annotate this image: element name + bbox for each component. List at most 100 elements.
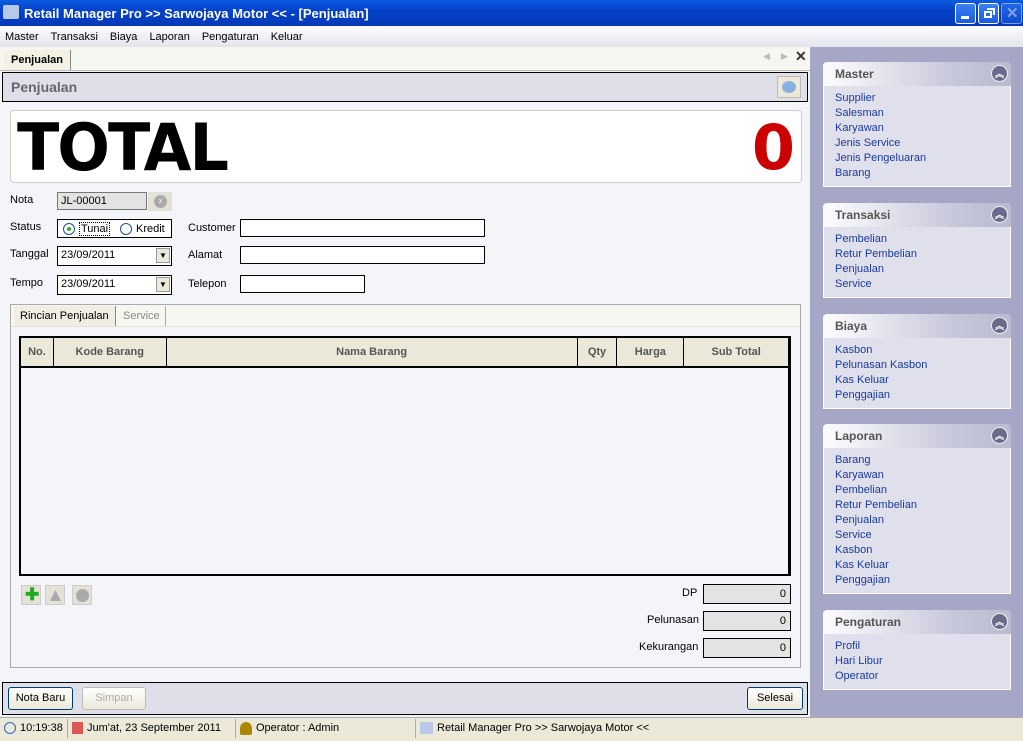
customer-input[interactable] xyxy=(240,219,485,237)
sidebar-item-laporan-pembelian[interactable]: Pembelian xyxy=(835,483,999,498)
clear-nota-button[interactable]: x xyxy=(148,192,172,211)
status-date: Jum'at, 23 September 2011 xyxy=(87,722,221,734)
user-icon xyxy=(240,721,252,735)
col-sub-total[interactable]: Sub Total xyxy=(684,338,788,366)
sidebar-item-kas-keluar[interactable]: Kas Keluar xyxy=(835,373,999,388)
sidebar-item-penggajian[interactable]: Penggajian xyxy=(835,388,999,403)
nota-label: Nota xyxy=(10,194,34,206)
close-window-button[interactable]: ✕ xyxy=(1001,3,1022,24)
tab-penjualan[interactable]: Penjualan xyxy=(4,50,71,70)
kekurangan-field[interactable]: 0 xyxy=(703,638,791,658)
simpan-button[interactable]: Simpan xyxy=(82,687,146,710)
tab-close-icon[interactable]: ✕ xyxy=(795,48,807,65)
status-time: 10:19:38 xyxy=(20,722,63,734)
sidebar-item-supplier[interactable]: Supplier xyxy=(835,91,999,106)
sidebar-group-header[interactable]: Transaksi ︽ xyxy=(823,203,1011,227)
sidebar-group-header[interactable]: Laporan ︽ xyxy=(823,424,1011,448)
radio-kredit-label[interactable]: Kredit xyxy=(136,223,165,235)
collapse-icon[interactable]: ︽ xyxy=(991,613,1008,630)
clock-icon xyxy=(4,722,16,734)
sidebar-item-penjualan[interactable]: Penjualan xyxy=(835,262,999,277)
col-kode-barang[interactable]: Kode Barang xyxy=(54,338,167,366)
sidebar-item-kasbon[interactable]: Kasbon xyxy=(835,343,999,358)
sidebar-item-karyawan[interactable]: Karyawan xyxy=(835,121,999,136)
nota-baru-button[interactable]: Nota Baru xyxy=(8,687,73,710)
chevron-down-icon[interactable]: ▼ xyxy=(156,248,170,263)
sidebar-group-pengaturan: Pengaturan ︽ Profil Hari Libur Operator xyxy=(823,610,1011,690)
radio-tunai[interactable] xyxy=(63,223,75,235)
sidebar-item-laporan-kasbon[interactable]: Kasbon xyxy=(835,543,999,558)
title-bar: Retail Manager Pro >> Sarwojaya Motor <<… xyxy=(0,0,1023,26)
sidebar-item-retur-pembelian[interactable]: Retur Pembelian xyxy=(835,247,999,262)
page-header: Penjualan xyxy=(2,72,808,102)
nota-field[interactable]: JL-00001 xyxy=(57,192,147,210)
sidebar-item-laporan-retur-pembelian[interactable]: Retur Pembelian xyxy=(835,498,999,513)
collapse-icon[interactable]: ︽ xyxy=(991,65,1008,82)
sidebar-item-pelunasan-kasbon[interactable]: Pelunasan Kasbon xyxy=(835,358,999,373)
sidebar-group-master: Master ︽ Supplier Salesman Karyawan Jenis… xyxy=(823,62,1011,187)
sidebar-item-salesman[interactable]: Salesman xyxy=(835,106,999,121)
tab-rincian-penjualan[interactable]: Rincian Penjualan xyxy=(14,306,116,326)
col-nama-barang[interactable]: Nama Barang xyxy=(167,338,578,366)
menu-biaya[interactable]: Biaya xyxy=(110,31,138,43)
sidebar-item-jenis-service[interactable]: Jenis Service xyxy=(835,136,999,151)
sidebar-group-header[interactable]: Pengaturan ︽ xyxy=(823,610,1011,634)
tempo-date-picker[interactable]: 23/09/2011 ▼ xyxy=(57,275,172,295)
sidebar-group-header[interactable]: Biaya ︽ xyxy=(823,314,1011,338)
total-value: 0 xyxy=(751,111,795,184)
sidebar-item-service[interactable]: Service xyxy=(835,277,999,292)
telepon-input[interactable] xyxy=(240,275,365,293)
selesai-button[interactable]: Selesai xyxy=(747,687,803,710)
col-qty[interactable]: Qty xyxy=(578,338,618,366)
tab-prev-icon[interactable]: ◀ xyxy=(763,51,770,62)
total-display: TOTAL 0 xyxy=(10,109,802,186)
pelunasan-field[interactable]: 0 xyxy=(703,611,791,631)
collapse-icon[interactable]: ︽ xyxy=(991,317,1008,334)
print-button[interactable] xyxy=(777,76,801,98)
radio-tunai-label[interactable]: Tunai xyxy=(79,222,111,236)
collapse-icon[interactable]: ︽ xyxy=(991,427,1008,444)
chevron-down-icon[interactable]: ▼ xyxy=(156,277,170,292)
restore-button[interactable] xyxy=(978,3,999,24)
items-grid[interactable]: No. Kode Barang Nama Barang Qty Harga Su… xyxy=(19,336,791,576)
tab-next-icon[interactable]: ▶ xyxy=(781,51,788,62)
dp-field[interactable]: 0 xyxy=(703,584,791,604)
menu-laporan[interactable]: Laporan xyxy=(149,31,189,43)
sidebar-item-laporan-barang[interactable]: Barang xyxy=(835,453,999,468)
collapse-icon[interactable]: ︽ xyxy=(991,206,1008,223)
sidebar-item-laporan-penggajian[interactable]: Penggajian xyxy=(835,573,999,588)
clear-icon: x xyxy=(154,195,167,208)
plus-icon: ✚ xyxy=(25,585,40,604)
status-app: Retail Manager Pro >> Sarwojaya Motor << xyxy=(437,722,650,734)
sidebar-item-laporan-service[interactable]: Service xyxy=(835,528,999,543)
edit-item-button[interactable] xyxy=(45,585,65,605)
col-no[interactable]: No. xyxy=(21,338,54,366)
document-tab-strip: ◀ ▶ ✕ xyxy=(0,47,810,71)
tanggal-date-picker[interactable]: 23/09/2011 ▼ xyxy=(57,246,172,266)
sidebar-item-profil[interactable]: Profil xyxy=(835,639,999,654)
sidebar-item-laporan-penjualan[interactable]: Penjualan xyxy=(835,513,999,528)
sidebar-item-laporan-karyawan[interactable]: Karyawan xyxy=(835,468,999,483)
add-item-button[interactable]: ✚ xyxy=(21,585,41,605)
sidebar-item-jenis-pengeluaran[interactable]: Jenis Pengeluaran xyxy=(835,151,999,166)
menu-transaksi[interactable]: Transaksi xyxy=(51,31,98,43)
radio-kredit[interactable] xyxy=(120,223,132,235)
alamat-label: Alamat xyxy=(188,249,223,261)
sidebar-group-header[interactable]: Master ︽ xyxy=(823,62,1011,86)
menu-master[interactable]: Master xyxy=(5,31,39,43)
sidebar-group-transaksi: Transaksi ︽ Pembelian Retur Pembelian Pen… xyxy=(823,203,1011,298)
tab-service[interactable]: Service xyxy=(118,306,166,326)
sidebar-item-pembelian[interactable]: Pembelian xyxy=(835,232,999,247)
minimize-button[interactable] xyxy=(955,3,976,24)
col-harga[interactable]: Harga xyxy=(617,338,685,366)
navigation-sidebar: Master ︽ Supplier Salesman Karyawan Jenis… xyxy=(810,47,1023,717)
menu-keluar[interactable]: Keluar xyxy=(271,31,303,43)
tempo-label: Tempo xyxy=(10,277,44,289)
menu-pengaturan[interactable]: Pengaturan xyxy=(202,31,259,43)
delete-item-button[interactable] xyxy=(72,585,92,605)
sidebar-item-hari-libur[interactable]: Hari Libur xyxy=(835,654,999,669)
alamat-input[interactable] xyxy=(240,246,485,264)
sidebar-item-laporan-kas-keluar[interactable]: Kas Keluar xyxy=(835,558,999,573)
sidebar-item-operator[interactable]: Operator xyxy=(835,669,999,684)
sidebar-item-barang[interactable]: Barang xyxy=(835,166,999,181)
